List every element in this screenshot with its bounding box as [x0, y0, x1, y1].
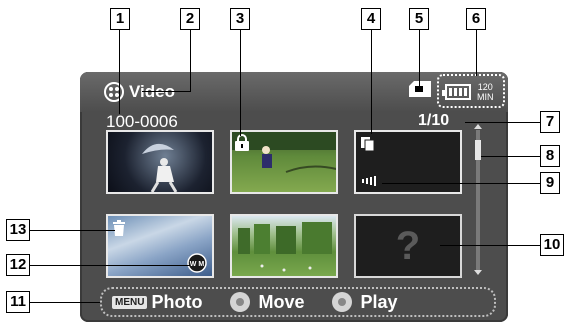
thumbnail-6[interactable]: ? — [354, 214, 462, 278]
leader-line-7 — [465, 122, 541, 123]
callout-13: 13 — [6, 219, 30, 241]
menu-badge: MENU — [112, 295, 148, 309]
battery-icon — [442, 84, 471, 100]
callout-1: 1 — [110, 8, 130, 30]
battery-indicator: 120 MIN — [437, 74, 505, 108]
thumbnail-3[interactable] — [354, 130, 462, 194]
folder-file-number: 100-0006 — [106, 112, 178, 131]
leader-line-10 — [440, 245, 541, 246]
scrollbar-thumb[interactable] — [475, 140, 481, 160]
callout-3: 3 — [230, 8, 250, 30]
callout-5: 5 — [409, 8, 429, 30]
copy-icon — [361, 137, 375, 152]
mode-indicator: Video — [103, 80, 175, 104]
callout-4: 4 — [361, 8, 381, 30]
move-label[interactable]: Move — [258, 292, 304, 313]
leader-line-9 — [382, 183, 541, 184]
callout-2: 2 — [180, 8, 200, 30]
leader-line-3 — [240, 30, 241, 136]
callout-10: 10 — [540, 234, 564, 256]
callout-6: 6 — [466, 8, 486, 30]
leader-line-12 — [30, 265, 190, 266]
callout-12: 12 — [6, 254, 30, 276]
lcd-screen — [80, 72, 508, 322]
wm-badge-icon: W M — [187, 253, 207, 273]
thumbnail-5[interactable] — [230, 214, 338, 278]
question-mark-icon: ? — [395, 224, 421, 268]
leader-line-4 — [371, 30, 372, 134]
movie-camera-icon — [104, 82, 124, 102]
wm-badge-text: W M — [190, 261, 205, 268]
leader-line-1 — [119, 30, 120, 114]
directional-pad-icon — [230, 292, 251, 312]
callout-8: 8 — [540, 145, 560, 167]
progress-icon — [362, 176, 376, 186]
thumbnail-4[interactable]: W M — [106, 214, 214, 278]
battery-minutes: 120 — [477, 82, 493, 92]
scroll-up-arrow-icon[interactable] — [474, 124, 482, 129]
bottom-guide-bar: MENU Photo Move Play — [100, 287, 496, 317]
leader-line-5 — [419, 30, 420, 88]
leader-line-6 — [476, 30, 477, 76]
thumbnail-1[interactable] — [106, 130, 214, 194]
mode-label: Video — [129, 82, 175, 101]
leader-line-11 — [30, 302, 100, 303]
umbrella-photo — [142, 143, 178, 192]
image-counter: 1/10 — [418, 112, 450, 129]
play-label[interactable]: Play — [360, 292, 397, 313]
ok-button-icon — [332, 292, 353, 312]
callout-9: 9 — [540, 172, 560, 194]
leader-line-8 — [481, 156, 541, 157]
callout-7: 7 — [540, 111, 560, 133]
memory-card-icon — [409, 81, 431, 97]
trash-icon — [113, 220, 125, 236]
callout-11: 11 — [6, 291, 30, 313]
lock-icon — [235, 134, 249, 151]
battery-unit: MIN — [477, 92, 494, 102]
photo-label[interactable]: Photo — [151, 292, 202, 313]
leader-line-2b — [142, 91, 190, 92]
trees-photo — [238, 222, 332, 272]
leader-line-13 — [30, 230, 115, 231]
battery-time: 120 MIN — [477, 82, 494, 102]
leader-line-2 — [190, 30, 191, 92]
scroll-down-arrow-icon[interactable] — [474, 270, 482, 275]
thumbnail-2[interactable] — [230, 130, 338, 194]
